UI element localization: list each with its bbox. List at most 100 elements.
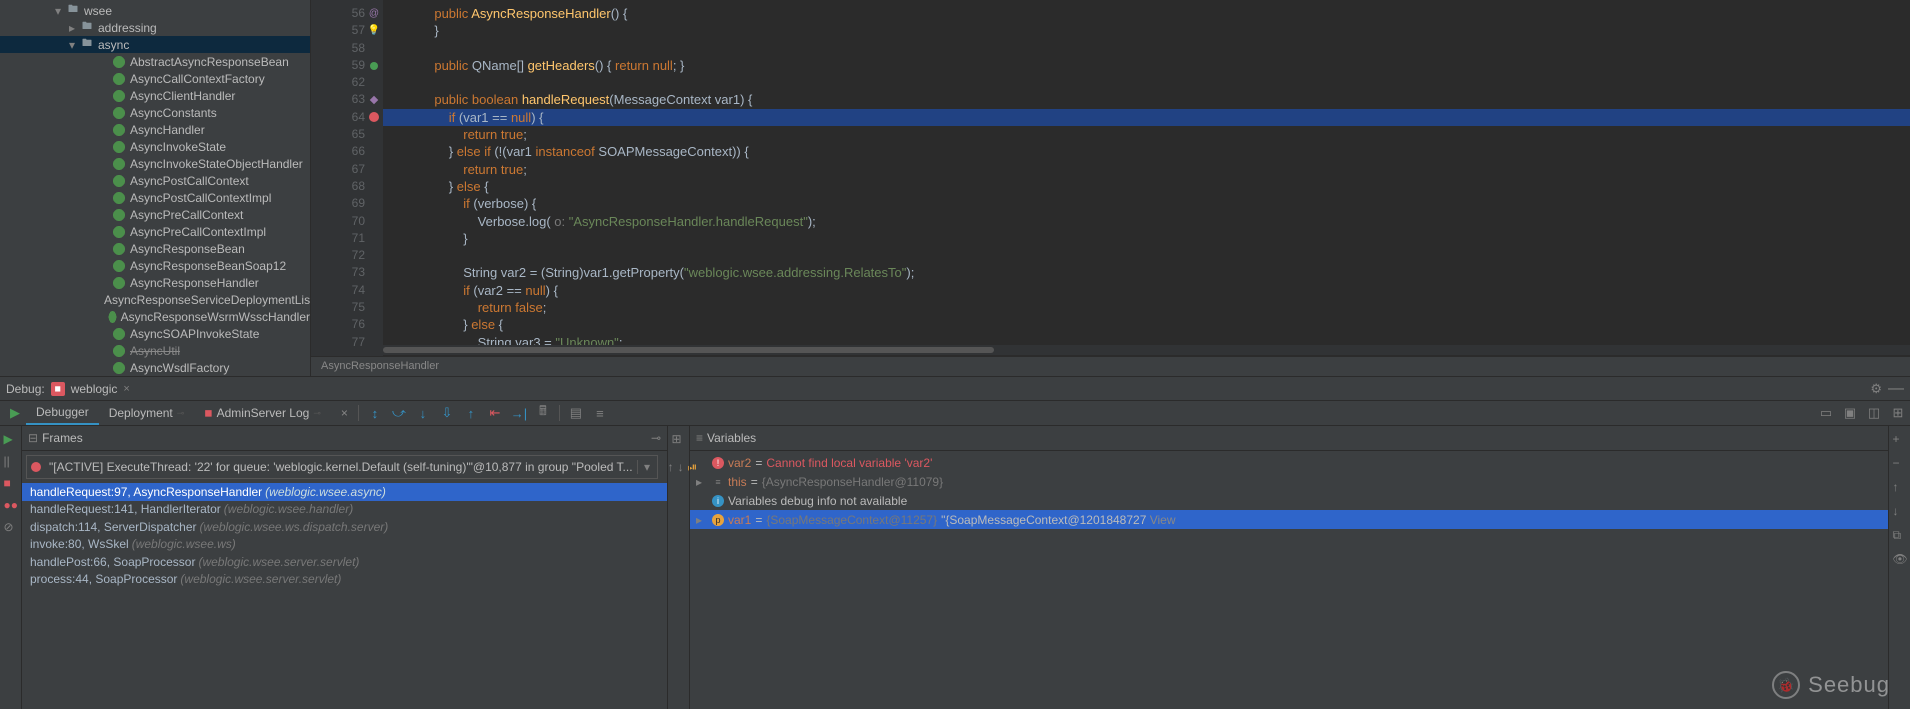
variable-row[interactable]: ▸pvar1 = {SoapMessageContext@11257} "{So… (690, 510, 1888, 529)
stack-frame[interactable]: handleRequest:141, HandlerIterator(weblo… (22, 501, 667, 519)
caret-icon[interactable]: ▸ (66, 22, 78, 34)
frames-threads-icon[interactable]: ⊟ (28, 431, 38, 445)
mute-breakpoints-icon[interactable]: ⊘ (4, 520, 18, 534)
code-line[interactable]: } else { (383, 178, 1910, 195)
layout-icon-3[interactable]: ◫ (1866, 405, 1882, 421)
code-line[interactable]: public boolean handleRequest(MessageCont… (383, 91, 1910, 108)
step-over-icon[interactable]: ⤻ (391, 405, 407, 421)
code-line[interactable]: } else { (383, 316, 1910, 333)
code-line[interactable]: return true; (383, 161, 1910, 178)
tree-class-item[interactable]: AsyncResponseHandler (0, 274, 310, 291)
thread-selector[interactable]: "[ACTIVE] ExecuteThread: '22' for queue:… (45, 460, 637, 474)
code-line[interactable]: return true; (383, 126, 1910, 143)
frames-list[interactable]: handleRequest:97, AsyncResponseHandler(w… (22, 483, 667, 709)
variables-list[interactable]: !var2 = Cannot find local variable 'var2… (690, 451, 1888, 709)
trace-current-stream-chain-icon[interactable]: ▤ (568, 405, 584, 421)
code-line[interactable]: } else if (!(var1 instanceof SOAPMessage… (383, 143, 1910, 160)
remove-watch-icon[interactable]: − (1893, 456, 1907, 470)
force-step-into-icon[interactable]: ⇩ (439, 405, 455, 421)
move-up-watch-icon[interactable]: ↑ (1893, 480, 1907, 494)
view-breakpoints-icon[interactable]: ●● (4, 498, 18, 512)
code-line[interactable]: Verbose.log( o: "AsyncResponseHandler.ha… (383, 213, 1910, 230)
caret-icon[interactable]: ▾ (66, 39, 78, 51)
variable-row[interactable]: ▸≡this = {AsyncResponseHandler@11079} (690, 472, 1888, 491)
tree-class-item[interactable]: AsyncResponseBean (0, 240, 310, 257)
layout-settings-icon[interactable]: ⊞ (672, 432, 686, 446)
tree-class-item[interactable]: AsyncInvokeState (0, 138, 310, 155)
code-line[interactable]: if (var2 == null) { (383, 282, 1910, 299)
code-line[interactable] (383, 74, 1910, 91)
tree-class-item[interactable]: AsyncPreCallContextImpl (0, 223, 310, 240)
expand-icon[interactable]: ▸ (696, 513, 708, 527)
tree-class-item[interactable]: AsyncUtil (0, 342, 310, 359)
tree-class-item[interactable]: AsyncInvokeStateObjectHandler (0, 155, 310, 172)
code-line[interactable]: } (383, 22, 1910, 39)
code-line[interactable]: public AsyncResponseHandler() { (383, 5, 1910, 22)
settings-icon[interactable]: ⚙ (1870, 381, 1882, 397)
tree-class-item[interactable]: AsyncCallContextFactory (0, 70, 310, 87)
code-line[interactable]: if (var1 == null) { (383, 109, 1910, 126)
code-line[interactable]: public QName[] getHeaders() { return nul… (383, 57, 1910, 74)
override-icon[interactable]: @ (369, 5, 379, 22)
pause-icon[interactable]: || (4, 454, 18, 468)
tree-folder[interactable]: ▸🖿addressing (0, 19, 310, 36)
run-config-name[interactable]: weblogic (71, 382, 118, 396)
tree-class-item[interactable]: AsyncResponseWsrmWsscHandler (0, 308, 310, 325)
tab-adminserver-log[interactable]: ◼AdminServer Log⊸ (194, 401, 331, 425)
expand-icon[interactable]: ▸ (696, 475, 708, 489)
tree-class-item[interactable]: AsyncPostCallContextImpl (0, 189, 310, 206)
more-icon[interactable]: ≡ (592, 405, 608, 421)
minimize-icon[interactable]: — (1888, 380, 1904, 398)
show-execution-point-icon[interactable]: ↕ (367, 405, 383, 421)
layout-icon-4[interactable]: ⊞ (1890, 405, 1906, 421)
tree-class-item[interactable]: AsyncPreCallContext (0, 206, 310, 223)
code-line[interactable]: return false; (383, 299, 1910, 316)
variable-row[interactable]: iVariables debug info not available (690, 491, 1888, 510)
stack-frame[interactable]: handleRequest:97, AsyncResponseHandler(w… (22, 483, 667, 501)
frames-restore-icon[interactable]: ⊸ (651, 431, 661, 445)
rerun-icon[interactable]: ▶ (7, 405, 23, 421)
code-line[interactable]: if (verbose) { (383, 195, 1910, 212)
show-watches-icon[interactable]: 👁 (1893, 552, 1907, 566)
intention-bulb-icon[interactable]: 💡 (368, 22, 380, 39)
caret-down-icon[interactable]: ▾ (52, 5, 64, 17)
code-line[interactable]: } (383, 230, 1910, 247)
override-arrow-icon[interactable] (370, 62, 378, 70)
tree-class-item[interactable]: AsyncClientHandler (0, 87, 310, 104)
stack-frame[interactable]: process:44, SoapProcessor(weblogic.wsee.… (22, 571, 667, 589)
run-to-cursor-icon[interactable]: →| (511, 405, 527, 421)
tree-class-item[interactable]: AsyncConstants (0, 104, 310, 121)
code-line[interactable] (383, 40, 1910, 57)
variables-view-icon[interactable]: ≡ (696, 431, 703, 445)
editor-breadcrumb[interactable]: AsyncResponseHandler (311, 356, 1910, 376)
tree-class-item[interactable]: AsyncResponseBeanSoap12 (0, 257, 310, 274)
step-into-icon[interactable]: ↓ (415, 405, 431, 421)
stack-frame[interactable]: dispatch:114, ServerDispatcher(weblogic.… (22, 518, 667, 536)
stop-icon[interactable]: ■ (4, 476, 18, 490)
tree-class-item[interactable]: AbstractAsyncResponseBean (0, 53, 310, 70)
layout-icon-1[interactable]: ▭ (1818, 405, 1834, 421)
evaluate-expression-icon[interactable]: 🖩 (535, 405, 551, 421)
stack-frame[interactable]: handlePost:66, SoapProcessor(weblogic.ws… (22, 553, 667, 571)
tree-class-item[interactable]: AsyncPostCallContext (0, 172, 310, 189)
breakpoint-marker-icon[interactable] (369, 112, 379, 122)
new-watch-icon[interactable]: + (1893, 432, 1907, 446)
tree-class-item[interactable]: AsyncHandler (0, 121, 310, 138)
editor-h-scrollbar[interactable] (383, 345, 1910, 355)
tree-folder-label[interactable]: wsee (84, 4, 112, 18)
code-line[interactable] (383, 247, 1910, 264)
code-surface[interactable]: public AsyncResponseHandler() { } public… (383, 0, 1910, 356)
thread-dropdown-icon[interactable]: ▾ (637, 460, 657, 474)
layout-icon-2[interactable]: ▣ (1842, 405, 1858, 421)
tab-close-all[interactable]: × (331, 401, 358, 425)
tab-debugger[interactable]: Debugger (26, 401, 99, 425)
tree-class-item[interactable]: AsyncResponseServiceDeploymentListener (0, 291, 310, 308)
code-line[interactable]: String var2 = (String)var1.getProperty("… (383, 264, 1910, 281)
tab-deployment[interactable]: Deployment⊸ (99, 401, 195, 425)
variable-row[interactable]: !var2 = Cannot find local variable 'var2… (690, 453, 1888, 472)
tree-folder[interactable]: ▾🖿async (0, 36, 310, 53)
stack-frame[interactable]: invoke:80, WsSkel(weblogic.wsee.ws) (22, 536, 667, 554)
tree-class-item[interactable]: AsyncSOAPInvokeState (0, 325, 310, 342)
resume-icon[interactable]: ▶ (4, 432, 18, 446)
tree-class-item[interactable]: AsyncWsdlFactory (0, 359, 310, 376)
